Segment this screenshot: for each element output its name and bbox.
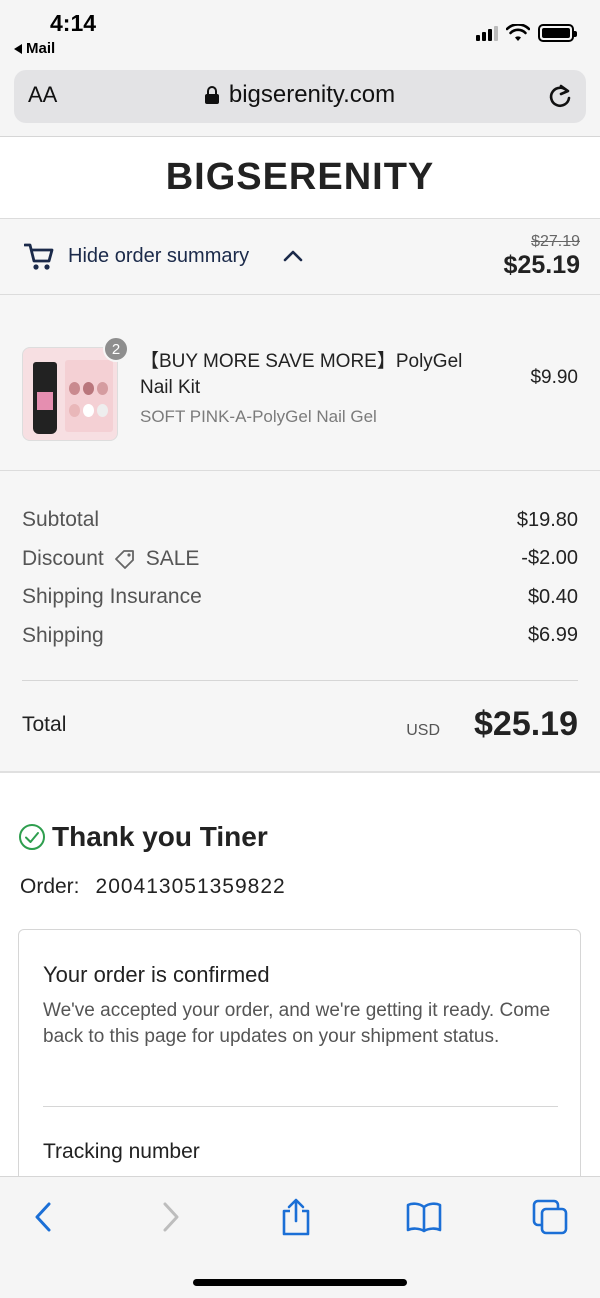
status-time: 4:14: [50, 10, 97, 36]
divider: [43, 1106, 558, 1107]
product-price: $9.90: [530, 367, 578, 388]
status-indicators: [476, 24, 577, 42]
subtotal-row: Subtotal $19.80: [22, 501, 578, 540]
grand-total: $25.19: [474, 705, 578, 743]
subtotal-label: Subtotal: [22, 508, 100, 532]
bookmarks-button[interactable]: [404, 1197, 444, 1237]
browser-toolbar: [0, 1176, 600, 1298]
shipping-value: $6.99: [527, 624, 578, 647]
discount-code: SALE: [145, 546, 200, 570]
quantity-badge: 2: [103, 336, 129, 362]
forward-button[interactable]: [150, 1197, 190, 1237]
chevron-up-icon: [283, 250, 303, 262]
store-logo[interactable]: BIGSERENITY: [0, 137, 600, 219]
summary-total: $25.19: [503, 251, 580, 279]
check-circle-icon: [19, 824, 45, 850]
battery-icon: [538, 24, 577, 42]
thank-you-heading: Thank you Tiner: [18, 821, 268, 853]
order-number: 200413051359822: [95, 875, 286, 898]
discount-label: Discount: [22, 546, 104, 570]
line-item: 2 【BUY MORE SAVE MORE】PolyGel Nail Kit S…: [0, 295, 600, 471]
summary-prices: $27.19 $25.19: [504, 233, 580, 280]
cellular-signal-icon: [476, 25, 498, 41]
currency-code: USD: [406, 722, 440, 739]
subtotal-value: $19.80: [516, 508, 578, 531]
total-label: Total: [22, 713, 67, 736]
toggle-label: Hide order summary: [68, 245, 250, 267]
share-button[interactable]: [276, 1197, 316, 1237]
thank-you-text: Thank you Tiner: [52, 821, 268, 852]
card-title: Your order is confirmed: [43, 962, 270, 987]
insurance-label: Shipping Insurance: [22, 585, 202, 609]
url-field[interactable]: bigserenity.com: [14, 81, 586, 109]
tracking-label: Tracking number: [43, 1140, 200, 1163]
back-button[interactable]: [24, 1197, 64, 1237]
order-confirmed-card: Your order is confirmed We've accepted y…: [18, 929, 581, 1176]
discount-row: Discount SALE -$2.00: [22, 540, 578, 579]
order-summary-panel: 2 【BUY MORE SAVE MORE】PolyGel Nail Kit S…: [0, 295, 600, 773]
reload-icon[interactable]: [546, 82, 574, 110]
url-text: bigserenity.com: [228, 81, 396, 108]
forward-icon: [163, 1202, 179, 1232]
cost-breakdown: Subtotal $19.80 Discount SALE -$2.00 Shi…: [0, 471, 600, 681]
order-summary-toggle[interactable]: Hide order summary $27.19 $25.19: [0, 219, 600, 295]
discount-value: -$2.00: [521, 547, 578, 570]
wifi-icon: [506, 24, 530, 41]
back-icon: [35, 1202, 51, 1232]
product-title: 【BUY MORE SAVE MORE】PolyGel Nail Kit: [140, 351, 463, 398]
back-arrow-icon: [14, 43, 22, 54]
back-app-label: Mail: [26, 40, 56, 57]
order-number-row: Order: 200413051359822: [20, 875, 286, 899]
tabs-icon: [532, 1199, 568, 1235]
shipping-row: Shipping $6.99: [22, 617, 578, 656]
product-thumbnail: 2: [22, 336, 129, 441]
total-row: Total USD $25.19: [0, 681, 600, 773]
product-variant: SOFT PINK-A-PolyGel Nail Gel: [140, 407, 377, 426]
cart-icon: [24, 243, 54, 270]
web-page: BIGSERENITY Hide order summary $27.19 $2…: [0, 136, 600, 1176]
order-label: Order:: [20, 875, 80, 898]
lock-icon: [204, 86, 219, 104]
tabs-button[interactable]: [530, 1197, 570, 1237]
insurance-value: $0.40: [527, 585, 578, 608]
shipping-label: Shipping: [22, 623, 104, 647]
home-indicator: [193, 1279, 407, 1286]
card-body: We've accepted your order, and we're get…: [43, 1000, 551, 1047]
address-bar[interactable]: AA bigserenity.com: [14, 70, 586, 123]
tag-icon: [114, 549, 134, 569]
share-icon: [282, 1198, 310, 1236]
status-bar: 4:14 Mail: [0, 0, 600, 66]
confirmation-section: Thank you Tiner Order: 200413051359822 Y…: [0, 773, 600, 1176]
back-to-app-link[interactable]: Mail: [14, 40, 55, 57]
bookmarks-icon: [406, 1202, 442, 1233]
insurance-row: Shipping Insurance $0.40: [22, 578, 578, 617]
original-total: $27.19: [531, 233, 580, 250]
